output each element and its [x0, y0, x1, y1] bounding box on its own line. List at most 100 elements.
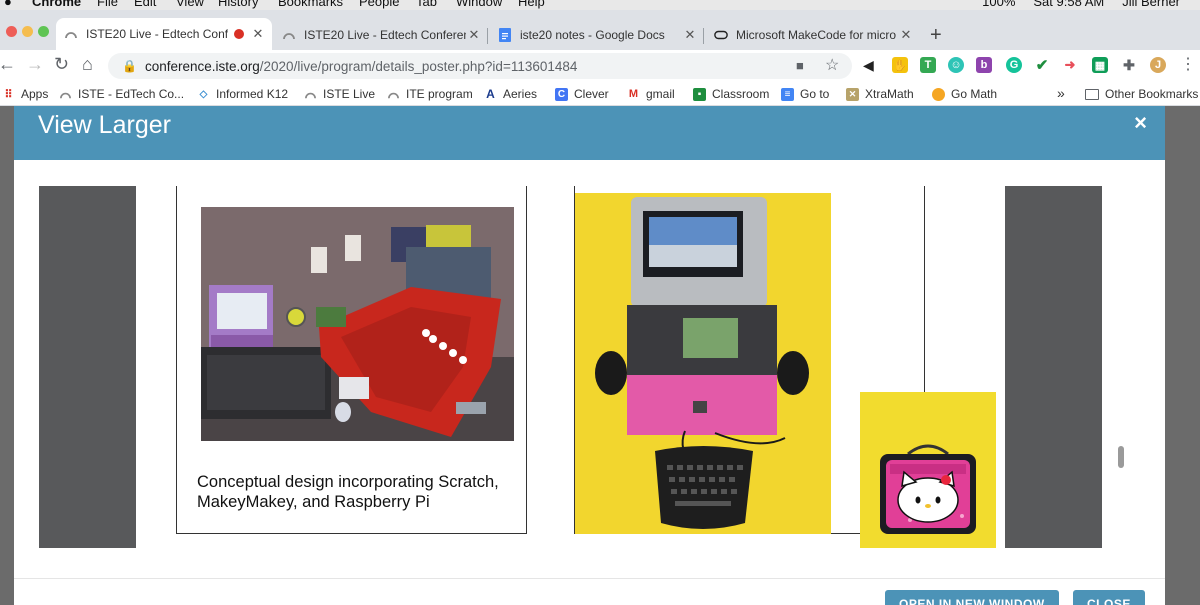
menu-tab[interactable]: Tab [416, 0, 437, 9]
bookmark-gmail[interactable]: M gmail [627, 87, 675, 101]
modal-close-icon[interactable]: × [1134, 110, 1147, 136]
lock-icon[interactable]: 🔒 [122, 59, 137, 73]
bookmark-label: Clever [574, 87, 609, 101]
bookmark-iste-live[interactable]: ISTE Live [304, 87, 375, 101]
bookmark-label: Go Math [951, 87, 998, 101]
menu-view[interactable]: View [176, 0, 204, 9]
bookmark-label: ITE program [406, 87, 473, 101]
tab-title: Microsoft MakeCode for micro [736, 28, 897, 42]
bookmark-aeries[interactable]: A Aeries [484, 87, 537, 101]
menu-app-name[interactable]: Chrome [32, 0, 81, 9]
bookmark-label: Go to [800, 87, 830, 101]
window-close-button[interactable] [6, 26, 17, 37]
tab-separator [487, 28, 488, 44]
speaker-icon[interactable]: ◀ [863, 57, 874, 74]
open-in-new-window-button[interactable]: OPEN IN NEW WINDOW [885, 590, 1059, 605]
bookmark-star-icon[interactable]: ☆ [825, 55, 839, 75]
tab-iste-live-active[interactable]: ISTE20 Live - Edtech Conf ✕ [56, 18, 272, 50]
window-zoom-button[interactable] [38, 26, 49, 37]
gmail-icon: M [628, 88, 639, 100]
poster-right-border [1005, 186, 1102, 548]
extensions-puzzle-icon[interactable]: ✚ [1121, 57, 1137, 73]
tab-title: ISTE20 Live - Edtech Conf [86, 27, 228, 41]
tab-close-icon[interactable]: ✕ [898, 27, 914, 43]
bookmark-label: Informed K12 [216, 87, 289, 101]
menu-bookmarks[interactable]: Bookmarks [278, 0, 343, 9]
bookmark-clever[interactable]: C Clever [555, 87, 609, 101]
menu-help[interactable]: Help [518, 0, 545, 9]
url-host: conference.iste.org [144, 58, 260, 74]
makecode-icon [714, 28, 728, 42]
close-button[interactable]: CLOSE [1073, 590, 1145, 605]
google-docs-icon [498, 28, 512, 42]
poster-caption-line1: Conceptual design incorporating Scratch, [197, 473, 499, 491]
url-path: /2020/live/program/details_poster.php?id… [259, 58, 578, 74]
bookmark-classroom[interactable]: ▪ Classroom [693, 87, 769, 101]
recording-indicator-icon [234, 29, 244, 39]
extension-b-icon[interactable]: b [976, 57, 992, 73]
bookmark-label: XtraMath [865, 87, 914, 101]
extension-arrow-icon[interactable]: ➜ [1062, 57, 1078, 73]
window-minimize-button[interactable] [22, 26, 33, 37]
bookmarks-bar: ⠿ Apps ISTE - EdTech Co... ◇ Informed K1… [0, 82, 1200, 106]
extension-grammarly-icon[interactable]: G [1006, 57, 1022, 73]
tab-makecode[interactable]: Microsoft MakeCode for micro ✕ [706, 20, 920, 50]
bookmark-other-bookmarks[interactable]: Other Bookmarks [1085, 87, 1198, 101]
bookmark-label: Other Bookmarks [1105, 87, 1199, 101]
forward-arrow-icon[interactable]: → [26, 54, 44, 75]
poster-scrollbar-thumb[interactable] [1118, 446, 1124, 468]
apple-icon[interactable]: ● [4, 0, 12, 9]
menu-window[interactable]: Window [456, 0, 502, 9]
tab-iste-notes[interactable]: iste20 notes - Google Docs ✕ [490, 20, 704, 50]
hello-kitty-lunchbox-photo [860, 392, 996, 548]
raspberry-pi-lunchbox-photo [575, 193, 831, 534]
modal-header: View Larger × [14, 106, 1165, 160]
bookmark-go-math[interactable]: Go Math [932, 87, 997, 101]
extension-text-icon[interactable]: T [920, 57, 936, 73]
iste-icon [304, 88, 317, 101]
apps-grid-icon: ⠿ [4, 88, 13, 101]
menu-history[interactable]: History [218, 0, 258, 9]
informed-icon: ◇ [199, 88, 208, 100]
tab-close-icon[interactable]: ✕ [250, 26, 266, 42]
tab-close-icon[interactable]: ✕ [466, 27, 482, 43]
modal-footer-divider [14, 578, 1165, 579]
poster-image: Conceptual design incorporating Scratch,… [39, 186, 1104, 548]
camera-icon[interactable]: ■ [796, 58, 804, 73]
back-arrow-icon[interactable]: ← [0, 54, 16, 75]
bookmarks-overflow-chevron-icon[interactable]: » [1057, 85, 1065, 101]
bookmark-ite-program[interactable]: ITE program [387, 87, 473, 101]
extension-hand-icon[interactable]: ✋ [892, 57, 908, 73]
menu-file[interactable]: File [97, 0, 118, 9]
bookmark-xtramath[interactable]: ✕ XtraMath [846, 87, 914, 101]
bookmark-iste-edtech[interactable]: ISTE - EdTech Co... [59, 87, 184, 101]
extension-smile-icon[interactable]: ☺ [948, 57, 964, 73]
bookmark-apps[interactable]: ⠿ Apps [2, 87, 48, 101]
browser-toolbar: ← → ↻ ⌂ 🔒 conference.iste.org/2020/live/… [0, 50, 1200, 82]
menubar-user[interactable]: Jill Berner [1122, 0, 1180, 9]
menu-edit[interactable]: Edit [134, 0, 156, 9]
profile-avatar[interactable]: J [1150, 57, 1166, 73]
poster-caption: Conceptual design incorporating Scratch,… [197, 472, 499, 512]
bookmark-informed-k12[interactable]: ◇ Informed K12 [197, 87, 288, 101]
menu-kebab-icon[interactable]: ⋮ [1180, 54, 1196, 74]
tab-iste-live[interactable]: ISTE20 Live - Edtech Conferen ✕ [274, 20, 488, 50]
battery-percent[interactable]: 100% [982, 0, 1015, 9]
iste-favicon-icon [282, 28, 296, 42]
docs-icon: ≡ [781, 87, 794, 101]
address-bar[interactable]: 🔒 conference.iste.org/2020/live/program/… [108, 53, 852, 79]
tab-close-icon[interactable]: ✕ [682, 27, 698, 43]
poster-panel-left: Conceptual design incorporating Scratch,… [176, 186, 527, 534]
menubar-clock[interactable]: Sat 9:58 AM [1033, 0, 1104, 9]
extension-sheets-icon[interactable]: ▦ [1092, 57, 1108, 73]
reload-icon[interactable]: ↻ [54, 54, 69, 75]
new-tab-icon[interactable]: + [930, 24, 942, 47]
gomath-icon [932, 87, 945, 101]
poster-caption-line2: MakeyMakey, and Raspberry Pi [197, 493, 430, 511]
menu-people[interactable]: People [359, 0, 399, 9]
os-menubar: ● Chrome File Edit View History Bookmark… [0, 0, 1200, 10]
home-icon[interactable]: ⌂ [82, 54, 93, 75]
bookmark-label: ISTE - EdTech Co... [78, 87, 185, 101]
extension-check-icon[interactable]: ✔ [1034, 57, 1050, 74]
bookmark-go-to[interactable]: ≡ Go to [781, 87, 829, 101]
